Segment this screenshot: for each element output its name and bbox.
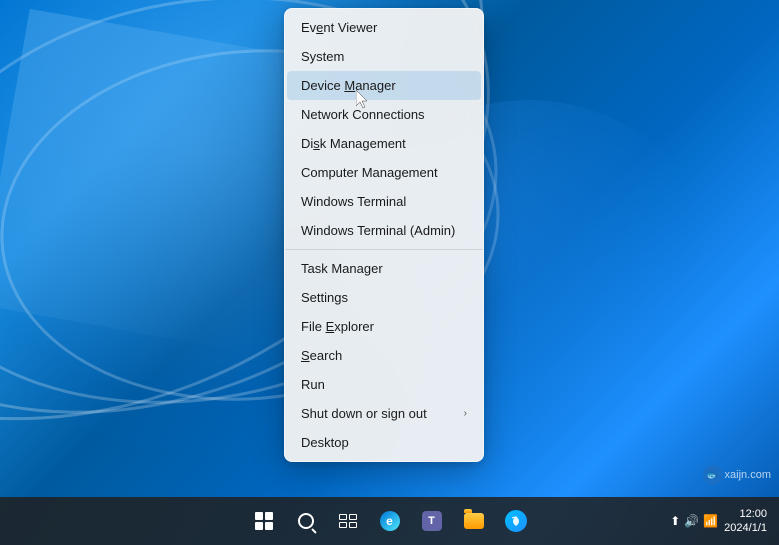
taskbar-explorer-button[interactable] <box>454 501 494 541</box>
taskbar-search-button[interactable] <box>286 501 326 541</box>
search-icon <box>298 513 314 529</box>
menu-item-computer-management[interactable]: Computer Management <box>285 158 483 187</box>
explorer-icon <box>464 513 484 529</box>
taskbar-taskview-button[interactable] <box>328 501 368 541</box>
menu-item-search[interactable]: Search <box>285 341 483 370</box>
menu-item-desktop[interactable]: Desktop <box>285 428 483 457</box>
menu-item-file-explorer[interactable]: File Explorer <box>285 312 483 341</box>
watermark: 🐟 xaijn.com <box>703 465 771 485</box>
context-menu: Event Viewer System Device Manager Netwo… <box>284 8 484 462</box>
menu-item-run[interactable]: Run <box>285 370 483 399</box>
menu-item-settings[interactable]: Settings <box>285 283 483 312</box>
menu-item-windows-terminal[interactable]: Windows Terminal <box>285 187 483 216</box>
taskbar-teams-button[interactable]: T <box>412 501 452 541</box>
menu-item-system[interactable]: System <box>285 42 483 71</box>
tray-icons: ⬆ 🔊 📶 <box>670 514 718 528</box>
task-view-icon <box>339 514 357 528</box>
menu-item-task-manager[interactable]: Task Manager <box>285 254 483 283</box>
menu-item-disk-management[interactable]: Disk Management <box>285 129 483 158</box>
taskbar: e T ⬆ 🔊 📶 12 <box>0 497 779 545</box>
menu-item-network-connections[interactable]: Network Connections <box>285 100 483 129</box>
menu-item-windows-terminal-admin[interactable]: Windows Terminal (Admin) <box>285 216 483 245</box>
menu-item-device-manager[interactable]: Device Manager <box>287 71 481 100</box>
windows-logo-icon <box>255 512 273 530</box>
taskbar-edge-button[interactable]: e <box>370 501 410 541</box>
menu-item-event-viewer[interactable]: Event Viewer <box>285 13 483 42</box>
menu-separator-1 <box>285 249 483 250</box>
system-tray: ⬆ 🔊 📶 12:00 2024/1/1 <box>670 507 767 536</box>
start-button[interactable] <box>244 501 284 541</box>
menu-item-shut-down[interactable]: Shut down or sign out › <box>285 399 483 428</box>
custom-app-icon <box>505 510 527 532</box>
taskbar-custom-app-button[interactable] <box>496 501 536 541</box>
teams-icon: T <box>422 511 442 531</box>
edge-browser-icon: e <box>380 511 400 531</box>
taskbar-icon-group: e T <box>244 501 536 541</box>
clock[interactable]: 12:00 2024/1/1 <box>724 507 767 536</box>
submenu-arrow-icon: › <box>464 408 467 419</box>
